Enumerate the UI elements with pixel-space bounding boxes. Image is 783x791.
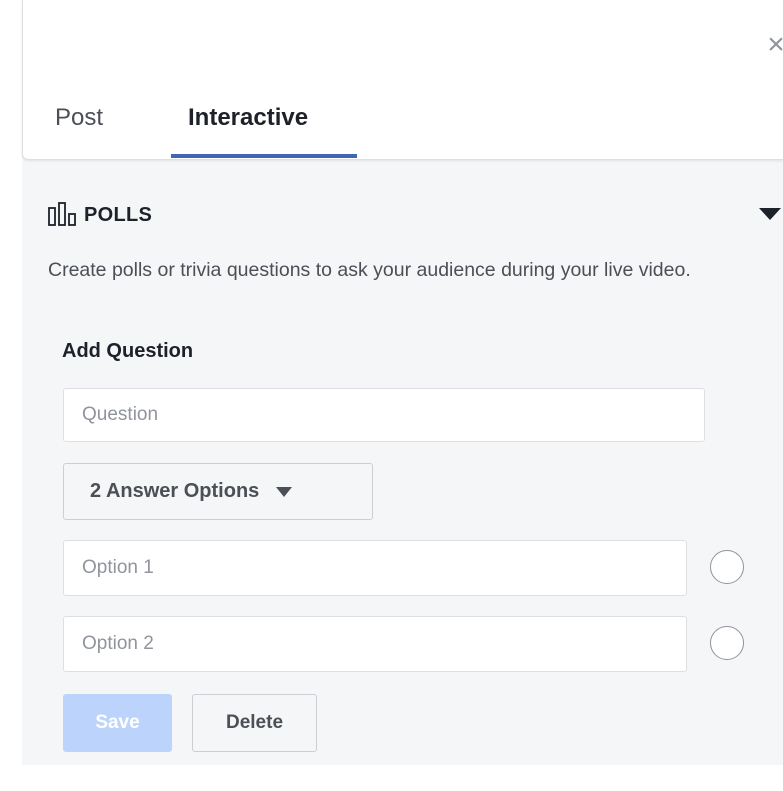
delete-button[interactable]: Delete [192, 694, 317, 752]
panel-header: × Post Interactive [22, 0, 783, 160]
add-question-heading: Add Question [62, 340, 194, 362]
answer-options-dropdown[interactable]: 2 Answer Options [63, 463, 373, 520]
polls-section-header: POLLS [48, 198, 783, 232]
caret-down-icon[interactable] [757, 198, 783, 232]
save-button[interactable]: Save [63, 694, 172, 752]
tab-interactive[interactable]: Interactive [188, 98, 308, 138]
option-1-input[interactable] [63, 540, 687, 596]
option-2-input[interactable] [63, 616, 687, 672]
active-tab-indicator [171, 154, 357, 158]
answer-options-label: 2 Answer Options [90, 480, 260, 502]
chevron-down-icon [276, 486, 293, 497]
option-1-correct-radio[interactable] [710, 550, 744, 584]
tab-post[interactable]: Post [55, 98, 103, 138]
question-input[interactable] [63, 388, 705, 442]
option-2-correct-radio[interactable] [710, 626, 744, 660]
poll-bars-icon [48, 202, 76, 226]
live-interactive-panel: × Post Interactive POLLS Create polls or… [22, 0, 783, 765]
close-icon[interactable]: × [763, 30, 783, 60]
polls-description: Create polls or trivia questions to ask … [48, 259, 691, 281]
polls-title: POLLS [84, 204, 153, 226]
